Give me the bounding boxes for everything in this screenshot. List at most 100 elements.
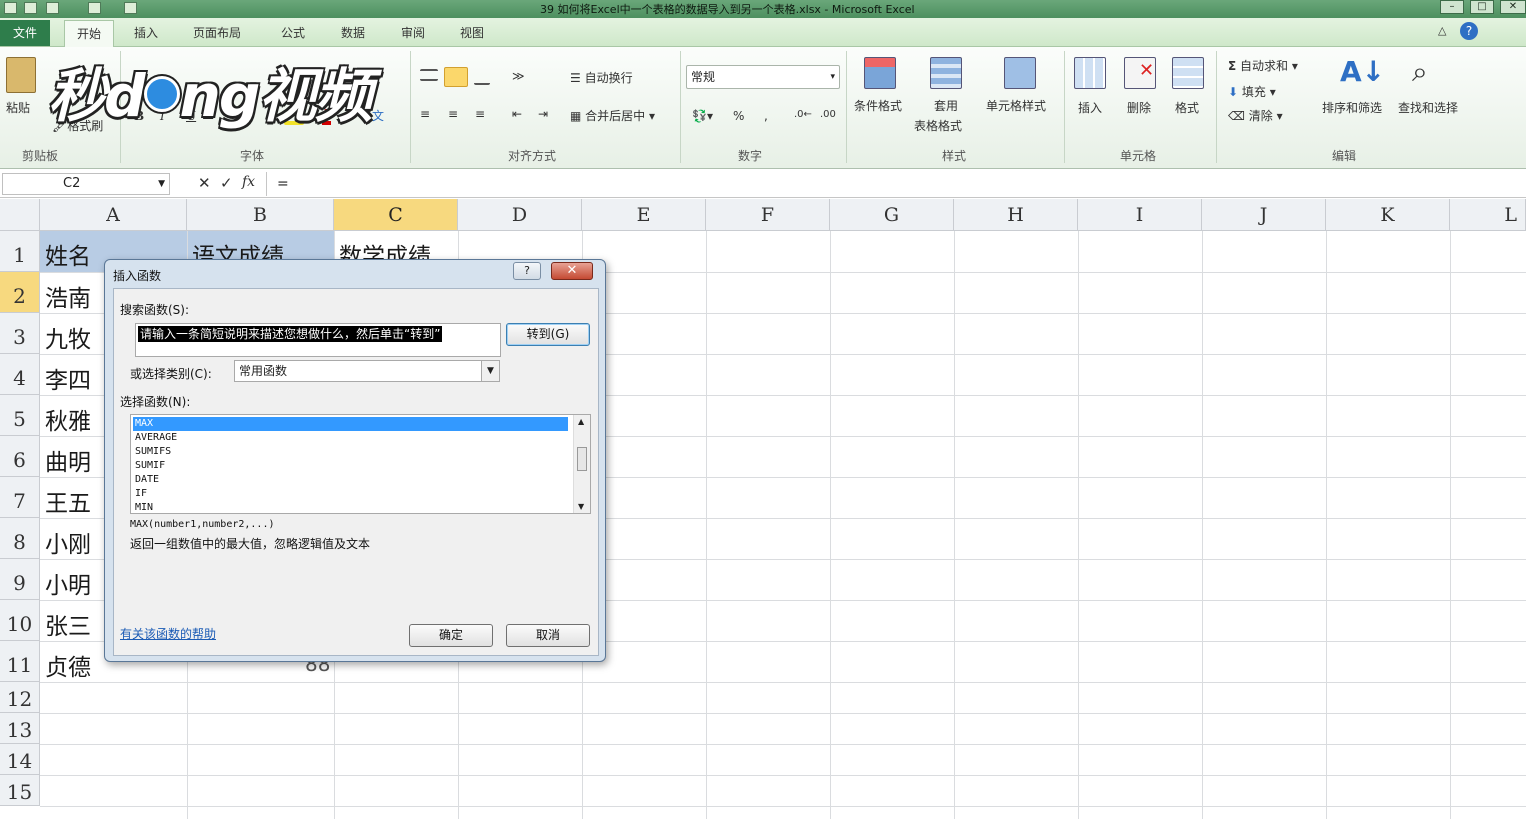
cancel-entry-icon[interactable]: ✕ [198,174,211,192]
scroll-thumb[interactable] [577,447,587,471]
go-button[interactable]: 转到(G) [506,323,590,346]
tab-formulas[interactable]: 公式 [281,24,305,41]
tab-review[interactable]: 审阅 [401,24,425,41]
accounting-format-icon[interactable]: 💱▾ [692,109,713,123]
align-left-icon[interactable]: ≡ [420,107,430,121]
cell-a7[interactable]: 王五 [40,484,91,518]
function-item[interactable]: SUMIF [133,459,568,473]
cell-a10[interactable]: 张三 [40,607,91,641]
function-item[interactable]: MIN [133,501,568,513]
cell-a8[interactable]: 小刚 [40,525,91,559]
row-header[interactable]: 2 [0,272,40,313]
column-header[interactable]: F [706,199,830,231]
row-header[interactable]: 8 [0,518,40,559]
conditional-format-button[interactable]: 条件格式 [854,97,902,114]
function-item[interactable]: IF [133,487,568,501]
minimize-ribbon-icon[interactable]: △ [1438,24,1446,37]
row-header[interactable]: 10 [0,600,40,641]
name-box[interactable]: C2 ▼ [2,173,170,195]
minimize-window-button[interactable]: – [1440,0,1464,14]
cancel-button[interactable]: 取消 [506,624,590,647]
decrease-indent-icon[interactable]: ⇤ [512,107,522,121]
function-item[interactable]: AVERAGE [133,431,568,445]
scroll-up-icon[interactable]: ▲ [578,417,584,426]
column-header[interactable]: K [1326,199,1450,231]
column-header[interactable]: D [458,199,582,231]
clear-button[interactable]: ⌫ 清除 ▾ [1228,107,1283,124]
decrease-decimal-icon[interactable]: .00 [820,109,836,120]
help-icon[interactable]: ? [1460,22,1478,40]
column-header[interactable]: B [187,199,334,231]
tab-insert[interactable]: 插入 [134,24,158,41]
row-header[interactable]: 5 [0,395,40,436]
align-middle-icon[interactable] [444,67,468,87]
conditional-format-icon[interactable] [864,57,896,89]
column-header[interactable]: G [830,199,954,231]
delete-cells-button[interactable]: 删除 [1127,99,1151,116]
cell-a9[interactable]: 小明 [40,566,91,600]
align-bottom-icon[interactable] [474,73,490,85]
sort-filter-button[interactable]: 排序和筛选 [1322,99,1382,116]
column-header[interactable]: I [1078,199,1202,231]
merge-center-button[interactable]: ▦ 合并后居中 ▾ [570,107,655,124]
ok-button[interactable]: 确定 [409,624,493,647]
autosum-button[interactable]: Σ 自动求和 ▾ [1228,57,1298,74]
function-list-scrollbar[interactable]: ▲ ▼ [573,415,590,513]
function-item[interactable]: MAX [133,417,568,431]
cell-styles-icon[interactable] [1004,57,1036,89]
select-all-corner[interactable] [0,199,40,231]
row-header[interactable]: 13 [0,713,40,744]
function-list[interactable]: MAX AVERAGE SUMIFS SUMIF DATE IF MIN ▲ ▼ [130,414,591,514]
sort-filter-icon[interactable]: A↓ [1340,55,1385,88]
paste-icon[interactable] [6,57,36,93]
chevron-down-icon[interactable]: ▼ [481,361,499,381]
row-header[interactable]: 4 [0,354,40,395]
cell-a2[interactable]: 浩南 [40,279,91,313]
function-item[interactable]: DATE [133,473,568,487]
orientation-icon[interactable]: ≫ [512,69,525,83]
formula-input[interactable]: = [266,172,1526,196]
cell-a3[interactable]: 九牧 [40,320,91,354]
maximize-window-button[interactable]: □ [1470,0,1494,14]
format-cells-button[interactable]: 格式 [1175,99,1199,116]
row-header[interactable]: 9 [0,559,40,600]
percent-style-button[interactable]: % [733,109,744,123]
cell-a5[interactable]: 秋雅 [40,402,91,436]
comma-style-button[interactable]: , [764,109,768,123]
customize-toolbar-icon[interactable] [124,2,137,14]
undo-icon[interactable] [46,2,59,14]
row-header[interactable]: 12 [0,682,40,713]
row-header[interactable]: 6 [0,436,40,477]
tab-page-layout[interactable]: 页面布局 [193,24,241,41]
search-function-input[interactable]: 请输入一条简短说明来描述您想做什么，然后单击“转到” [135,323,501,357]
align-top-icon[interactable] [420,69,438,81]
align-center-icon[interactable]: ≡ [448,107,458,121]
row-header[interactable]: 11 [0,641,40,682]
category-select[interactable]: 常用函数 ▼ [234,360,500,382]
table-format-label-1[interactable]: 套用 [934,97,958,114]
binoculars-icon[interactable]: ⌕ [1412,55,1428,89]
wrap-text-button[interactable]: ☰ 自动换行 [570,69,633,86]
cell-a4[interactable]: 李四 [40,361,91,395]
table-format-button[interactable]: 表格格式 [914,117,962,134]
function-item[interactable]: SUMIFS [133,445,568,459]
fill-button[interactable]: ⬇ 填充 ▾ [1228,83,1276,100]
find-select-button[interactable]: 查找和选择 [1398,99,1458,116]
column-header[interactable]: E [582,199,706,231]
column-header[interactable]: L [1450,199,1526,231]
cell-a11[interactable]: 贞德 [40,648,91,682]
save-icon[interactable] [24,2,37,14]
tab-view[interactable]: 视图 [460,24,484,41]
cell-a6[interactable]: 曲明 [40,443,91,477]
column-header[interactable]: C [334,199,458,231]
increase-decimal-icon[interactable]: .0← [794,109,812,120]
confirm-entry-icon[interactable]: ✓ [220,174,233,192]
row-header[interactable]: 15 [0,775,40,806]
close-window-button[interactable]: ✕ [1500,0,1526,14]
row-header[interactable]: 3 [0,313,40,354]
tab-home[interactable]: 开始 [64,20,115,48]
format-cells-icon[interactable] [1172,57,1204,89]
paste-button[interactable]: 粘贴 [6,99,30,116]
tab-data[interactable]: 数据 [341,24,365,41]
dialog-close-button[interactable]: ✕ [551,262,593,280]
